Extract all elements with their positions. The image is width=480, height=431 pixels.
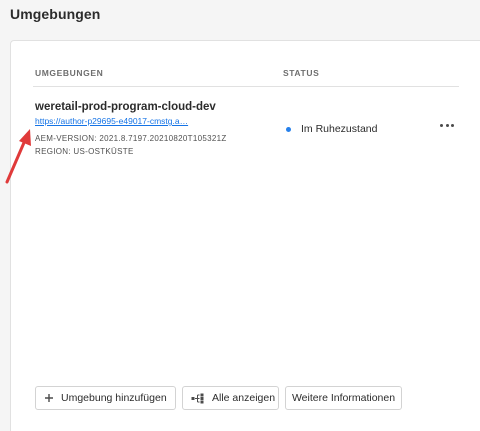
environment-url-link[interactable]: https://author-p29695-e49017-cmstg.a…	[35, 116, 188, 126]
environment-status: Im Ruhezustand	[286, 123, 377, 135]
add-environment-button[interactable]: Umgebung hinzufügen	[35, 386, 176, 410]
plus-icon	[44, 393, 54, 403]
show-all-button[interactable]: Alle anzeigen	[182, 386, 279, 410]
environments-card: UMGEBUNGEN STATUS weretail-prod-program-…	[10, 40, 480, 431]
environment-name: weretail-prod-program-cloud-dev	[35, 101, 216, 113]
more-information-button[interactable]: Weitere Informationen	[285, 386, 402, 410]
column-header-status: STATUS	[283, 68, 320, 78]
more-information-label: Weitere Informationen	[291, 392, 396, 404]
more-horizontal-icon	[440, 123, 443, 127]
action-bar: Umgebung hinzufügen Alle anzeigen Weiter…	[35, 386, 402, 410]
page: Umgebungen UMGEBUNGEN STATUS weretail-pr…	[0, 0, 480, 431]
status-dot-icon	[286, 126, 291, 132]
more-options-button[interactable]	[435, 117, 459, 133]
status-label: Im Ruhezustand	[301, 123, 378, 135]
column-header-environments: UMGEBUNGEN	[35, 68, 104, 78]
list-view-icon	[191, 393, 205, 404]
show-all-label: Alle anzeigen	[212, 392, 276, 404]
aem-version: AEM-VERSION: 2021.8.7197.20210820T105321…	[35, 134, 227, 143]
add-environment-label: Umgebung hinzufügen	[61, 392, 167, 404]
page-title: Umgebungen	[10, 6, 101, 22]
header-divider	[33, 86, 459, 87]
region: REGION: US-OSTKÜSTE	[35, 147, 134, 156]
